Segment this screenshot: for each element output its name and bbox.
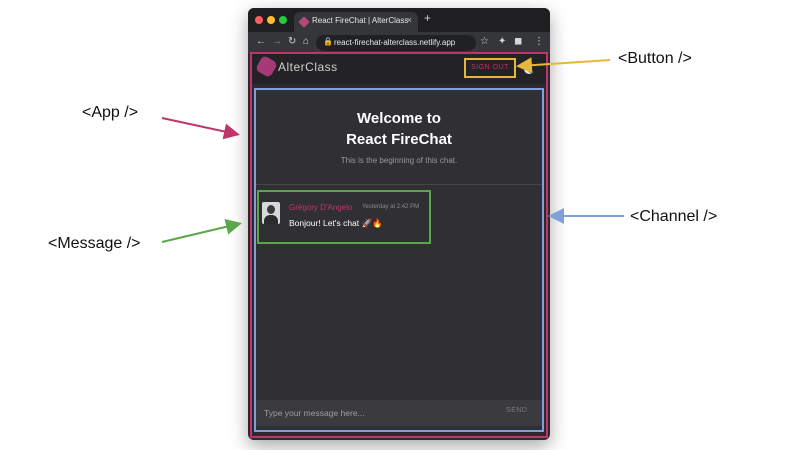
app-annotation: <App />	[82, 104, 139, 121]
app-arrow	[161, 117, 240, 140]
button-annotation: <Button />	[618, 50, 692, 67]
message-annotation: <Message />	[48, 235, 141, 252]
button-arrow	[516, 57, 611, 74]
channel-annotation: <Channel />	[630, 208, 718, 225]
message-arrow	[161, 218, 242, 243]
